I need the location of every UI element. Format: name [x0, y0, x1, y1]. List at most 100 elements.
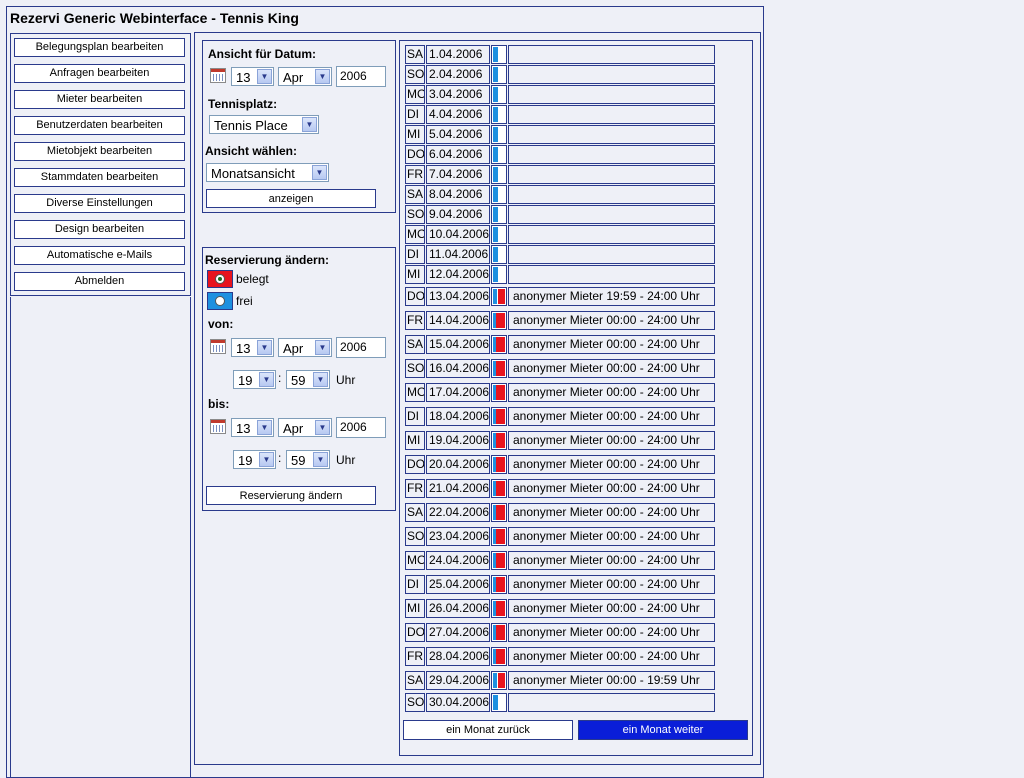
bis-minute-select[interactable]: 59 ▼: [286, 450, 330, 469]
weekday-cell: MO: [405, 551, 425, 570]
belegt-radio[interactable]: [207, 270, 233, 288]
court-select[interactable]: Tennis Place ▼: [209, 115, 319, 134]
date-cell: 21.04.2006: [426, 479, 490, 498]
occupancy-bar: [491, 105, 507, 124]
show-button[interactable]: anzeigen: [206, 189, 376, 208]
occupancy-bar: [491, 185, 507, 204]
bis-year-input[interactable]: 2006: [336, 417, 386, 438]
reservation-info-cell: [508, 245, 715, 264]
occupancy-bar: [491, 527, 507, 546]
weekday-cell: MI: [405, 125, 425, 144]
chevron-down-icon: ▼: [257, 69, 272, 84]
reservation-info-cell: anonymer Mieter 00:00 - 24:00 Uhr: [508, 503, 715, 522]
date-cell: 19.04.2006: [426, 431, 490, 450]
reservation-info-cell: [508, 125, 715, 144]
occupancy-fill-free: [493, 361, 496, 376]
menu-belegungsplan-button[interactable]: Belegungsplan bearbeiten: [14, 38, 185, 57]
occupancy-fill-free: [493, 625, 496, 640]
mode-select[interactable]: Monatsansicht ▼: [206, 163, 329, 182]
occupancy-fill-free: [493, 433, 496, 448]
occupancy-bar: [491, 205, 507, 224]
weekday-cell: DI: [405, 575, 425, 594]
von-hour-select[interactable]: 19 ▼: [233, 370, 276, 389]
date-cell: 26.04.2006: [426, 599, 490, 618]
calendar-icon[interactable]: [210, 339, 226, 354]
calendar-icon[interactable]: [210, 419, 226, 434]
reservation-info-cell: anonymer Mieter 00:00 - 24:00 Uhr: [508, 455, 715, 474]
date-cell: 5.04.2006: [426, 125, 490, 144]
date-cell: 11.04.2006: [426, 245, 490, 264]
menu-abmelden-button[interactable]: Abmelden: [14, 272, 185, 291]
view-year-input[interactable]: 2006: [336, 66, 386, 87]
date-cell: 10.04.2006: [426, 225, 490, 244]
menu-mietobjekt-button[interactable]: Mietobjekt bearbeiten: [14, 142, 185, 161]
bis-hour-select[interactable]: 19 ▼: [233, 450, 276, 469]
von-minute-select[interactable]: 59 ▼: [286, 370, 330, 389]
occupancy-bar: [491, 671, 507, 690]
frei-label: frei: [236, 294, 253, 308]
weekday-cell: DO: [405, 287, 425, 306]
von-day-select[interactable]: 13 ▼: [231, 338, 274, 357]
reservation-info-cell: [508, 85, 715, 104]
date-cell: 30.04.2006: [426, 693, 490, 712]
occupancy-fill-free: [493, 529, 496, 544]
reservation-info-cell: anonymer Mieter 00:00 - 24:00 Uhr: [508, 311, 715, 330]
occupancy-fill-free: [493, 409, 496, 424]
weekday-cell: SO: [405, 693, 425, 712]
bis-day-select[interactable]: 13 ▼: [231, 418, 274, 437]
date-cell: 3.04.2006: [426, 85, 490, 104]
occupancy-bar: [491, 245, 507, 264]
belegt-label: belegt: [236, 272, 269, 286]
occupancy-bar: [491, 145, 507, 164]
menu-anfragen-button[interactable]: Anfragen bearbeiten: [14, 64, 185, 83]
view-month-select[interactable]: Apr ▼: [278, 67, 332, 86]
reservation-info-cell: anonymer Mieter 00:00 - 24:00 Uhr: [508, 647, 715, 666]
bis-month-select[interactable]: Apr ▼: [278, 418, 332, 437]
court-label: Tennisplatz:: [208, 97, 278, 111]
weekday-cell: SA: [405, 335, 425, 354]
chevron-down-icon: ▼: [315, 69, 330, 84]
date-cell: 28.04.2006: [426, 647, 490, 666]
view-day-select[interactable]: 13 ▼: [231, 67, 274, 86]
reservation-heading: Reservierung ändern:: [205, 253, 330, 267]
weekday-cell: DO: [405, 145, 425, 164]
date-cell: 16.04.2006: [426, 359, 490, 378]
frei-radio[interactable]: [207, 292, 233, 310]
weekday-cell: SO: [405, 205, 425, 224]
chevron-down-icon: ▼: [313, 452, 328, 467]
menu-design-button[interactable]: Design bearbeiten: [14, 220, 185, 239]
reservation-info-cell: [508, 145, 715, 164]
reservation-info-cell: anonymer Mieter 00:00 - 24:00 Uhr: [508, 623, 715, 642]
von-year-input[interactable]: 2006: [336, 337, 386, 358]
menu-emails-button[interactable]: Automatische e-Mails: [14, 246, 185, 265]
occupancy-bar: [491, 85, 507, 104]
occupancy-fill-free: [493, 505, 496, 520]
occupancy-bar: [491, 623, 507, 642]
menu-benutzerdaten-button[interactable]: Benutzerdaten bearbeiten: [14, 116, 185, 135]
occupancy-bar: [491, 335, 507, 354]
occupancy-fill-booked: [498, 673, 505, 688]
menu-mieter-button[interactable]: Mieter bearbeiten: [14, 90, 185, 109]
reservation-info-cell: [508, 225, 715, 244]
chevron-down-icon: ▼: [257, 420, 272, 435]
weekday-cell: DI: [405, 407, 425, 426]
calendar-icon[interactable]: [210, 68, 226, 83]
reservation-info-cell: [508, 165, 715, 184]
date-cell: 12.04.2006: [426, 265, 490, 284]
weekday-cell: DO: [405, 455, 425, 474]
weekday-cell: SO: [405, 65, 425, 84]
chevron-down-icon: ▼: [259, 452, 274, 467]
occupancy-bar: [491, 265, 507, 284]
menu-einstellungen-button[interactable]: Diverse Einstellungen: [14, 194, 185, 213]
menu-stammdaten-button[interactable]: Stammdaten bearbeiten: [14, 168, 185, 187]
reservation-info-cell: anonymer Mieter 00:00 - 24:00 Uhr: [508, 359, 715, 378]
occupancy-fill: [493, 87, 498, 102]
radio-dot-icon: [215, 296, 225, 306]
prev-month-button[interactable]: ein Monat zurück: [403, 720, 573, 740]
occupancy-fill: [493, 695, 498, 710]
reservation-submit-button[interactable]: Reservierung ändern: [206, 486, 376, 505]
next-month-button[interactable]: ein Monat weiter: [578, 720, 748, 740]
weekday-cell: FR: [405, 311, 425, 330]
von-month-select[interactable]: Apr ▼: [278, 338, 332, 357]
weekday-cell: MO: [405, 225, 425, 244]
